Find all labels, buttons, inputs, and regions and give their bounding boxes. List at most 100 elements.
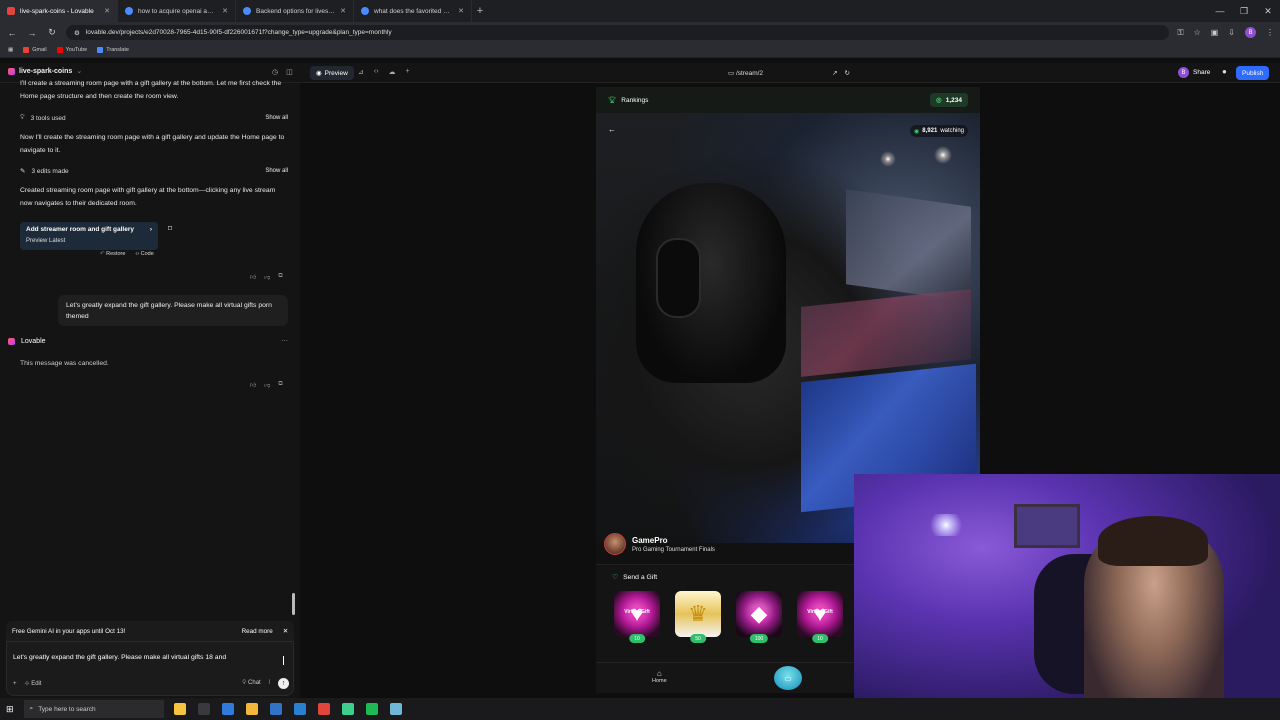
menu-icon[interactable]: ⋮ (1266, 28, 1274, 37)
home-icon: ⌂ (656, 669, 662, 678)
spotify-icon[interactable] (365, 703, 378, 715)
close-icon[interactable]: ✕ (104, 7, 110, 15)
file-explorer-icon[interactable] (245, 703, 258, 715)
chrome-icon[interactable] (317, 703, 330, 715)
preview-button[interactable]: ◉ Preview (310, 66, 354, 80)
close-icon[interactable]: ✕ (458, 7, 464, 15)
coin-balance[interactable]: ◎ 1,234 (930, 93, 968, 107)
version-card[interactable]: Add streamer room and gift gallery › Prev… (20, 222, 158, 250)
apps-icon[interactable]: ▦ (8, 47, 13, 53)
task-view-icon[interactable] (197, 703, 210, 715)
gift-item[interactable]: ♛ 50 (675, 591, 721, 643)
gift-label: Virtual Gift (624, 609, 650, 615)
password-key-icon[interactable]: ⚿ (1177, 28, 1183, 38)
star-icon[interactable]: ☆ (1194, 28, 1201, 37)
share-button[interactable]: B Share (1178, 67, 1210, 78)
close-icon[interactable]: ✕ (283, 628, 288, 635)
viewer-label: watching (940, 128, 964, 134)
streamer-info[interactable]: GamePro Pro Gaming Tournament Finals (604, 533, 715, 555)
gift-item[interactable]: ◆ 100 (736, 591, 782, 643)
stream-header: 🏆︎ Rankings ◎ 1,234 (596, 87, 980, 113)
app-icon[interactable] (341, 703, 354, 715)
bookmark-gmail[interactable]: Gmail (23, 47, 47, 53)
chat-input-box[interactable]: Let's greatly expand the gift gallery. P… (6, 641, 294, 696)
thumbs-up-icon[interactable]: 👍︎ (250, 381, 256, 389)
plus-icon[interactable]: + (13, 681, 17, 687)
code-icon[interactable]: ‹› (374, 68, 379, 76)
chart-icon[interactable]: ⊿ (358, 68, 364, 76)
read-more-link[interactable]: Read more (242, 628, 273, 635)
store-icon[interactable] (293, 703, 306, 715)
bookmark-icon[interactable]: ⌑ (168, 224, 172, 233)
tab-backend-options[interactable]: Backend options for livestream ✕ (236, 0, 354, 22)
edit-mode-button[interactable]: ⊹ Edit (25, 680, 42, 687)
widgets-icon[interactable] (173, 703, 186, 715)
route-bar[interactable]: ▭ /stream/2 ↗ ↻ (728, 67, 850, 79)
voice-icon[interactable]: ⦚ (269, 680, 270, 687)
refresh-icon[interactable]: ↻ (845, 69, 850, 77)
background-screen (801, 289, 971, 377)
go-live-button[interactable]: ▭ (774, 666, 802, 690)
assistant-message-intro: I'll create a streaming room page with a… (20, 80, 282, 100)
new-tab-button[interactable]: + (472, 5, 488, 17)
show-all-button[interactable]: Show all (265, 115, 288, 121)
bookmark-translate[interactable]: Translate (97, 47, 129, 53)
taskbar-search[interactable]: ⌕ Type here to search (23, 700, 164, 718)
back-icon[interactable]: ← (6, 28, 18, 38)
github-icon[interactable]: ● (1222, 67, 1227, 76)
close-window-icon[interactable]: ✕ (1256, 0, 1280, 22)
wall-frame (1014, 504, 1080, 548)
panel-toggle-icon[interactable]: ◫ (286, 68, 293, 76)
bookmark-youtube[interactable]: YouTube (56, 47, 87, 53)
close-icon[interactable]: ✕ (340, 7, 346, 15)
sidebar-icon[interactable]: ▣ (1211, 28, 1219, 37)
send-button[interactable]: ↑ (278, 678, 289, 689)
profile-avatar[interactable]: B (1245, 27, 1256, 38)
maximize-icon[interactable]: ❐ (1232, 0, 1256, 22)
more-options-icon[interactable]: ⋯ (281, 337, 288, 345)
download-icon[interactable]: ⇩ (1228, 28, 1235, 37)
copy-icon[interactable]: ⧉ (278, 273, 282, 281)
back-arrow-icon[interactable]: ← (608, 125, 620, 137)
reload-icon[interactable]: ↻ (46, 27, 58, 38)
restore-button[interactable]: ↶ Restore (100, 251, 125, 257)
gift-item[interactable]: ♥ Virtual Gift 10 (614, 591, 660, 643)
site-info-icon[interactable]: ⚙ (74, 29, 80, 37)
gift-item[interactable]: ♥ Virtual Gift 10 (797, 591, 843, 643)
rankings-button[interactable]: 🏆︎ Rankings (608, 96, 648, 105)
tab-label: what does the favorited app u (374, 7, 454, 15)
forward-icon[interactable]: → (26, 28, 38, 38)
eye-icon: ◉ (914, 128, 920, 135)
cloud-icon[interactable]: ☁ (389, 68, 396, 76)
assistant-name: Lovable (21, 337, 46, 345)
window-controls: — ❐ ✕ (1208, 0, 1280, 22)
project-selector[interactable]: live-spark-coins ⌄ (8, 67, 82, 75)
copy-icon[interactable]: ⧉ (278, 381, 282, 389)
windows-start-icon[interactable]: ⊞ (6, 704, 14, 715)
headset-shape (656, 238, 701, 318)
tab-openai-api-key[interactable]: how to acquire openai api key ✕ (118, 0, 236, 22)
chat-mode-button[interactable]: 💡︎ Chat (242, 680, 261, 687)
show-all-button[interactable]: Show all (265, 168, 288, 174)
app-icon[interactable] (389, 703, 402, 715)
scrollbar-thumb[interactable] (292, 593, 295, 615)
tab-favorited-app[interactable]: what does the favorited app u ✕ (354, 0, 472, 22)
thumbs-down-icon[interactable]: 👎︎ (264, 381, 270, 389)
close-icon[interactable]: ✕ (222, 7, 228, 15)
nav-home[interactable]: ⌂ Home (652, 669, 667, 684)
thumbs-up-icon[interactable]: 👍︎ (250, 273, 256, 281)
plus-icon[interactable]: + (406, 68, 410, 76)
chat-input-text[interactable]: Let's greatly expand the gift gallery. P… (13, 654, 226, 661)
tab-live-spark-coins[interactable]: live-spark-coins - Lovable ✕ (0, 0, 118, 22)
url-field[interactable]: ⚙ lovable.dev/projects/e2d70028-7965-4d1… (66, 25, 1170, 40)
code-button[interactable]: ‹› Code (135, 251, 153, 257)
edit-icon: ✎ (20, 168, 26, 175)
version-card-subtitle: Preview Latest (26, 238, 66, 244)
history-icon[interactable]: ◷ (272, 68, 278, 76)
edge-icon[interactable] (221, 703, 234, 715)
thumbs-down-icon[interactable]: 👎︎ (264, 273, 270, 281)
outlook-icon[interactable] (269, 703, 282, 715)
publish-button[interactable]: Publish (1236, 66, 1270, 80)
open-external-icon[interactable]: ↗ (832, 69, 837, 77)
minimize-icon[interactable]: — (1208, 0, 1232, 22)
